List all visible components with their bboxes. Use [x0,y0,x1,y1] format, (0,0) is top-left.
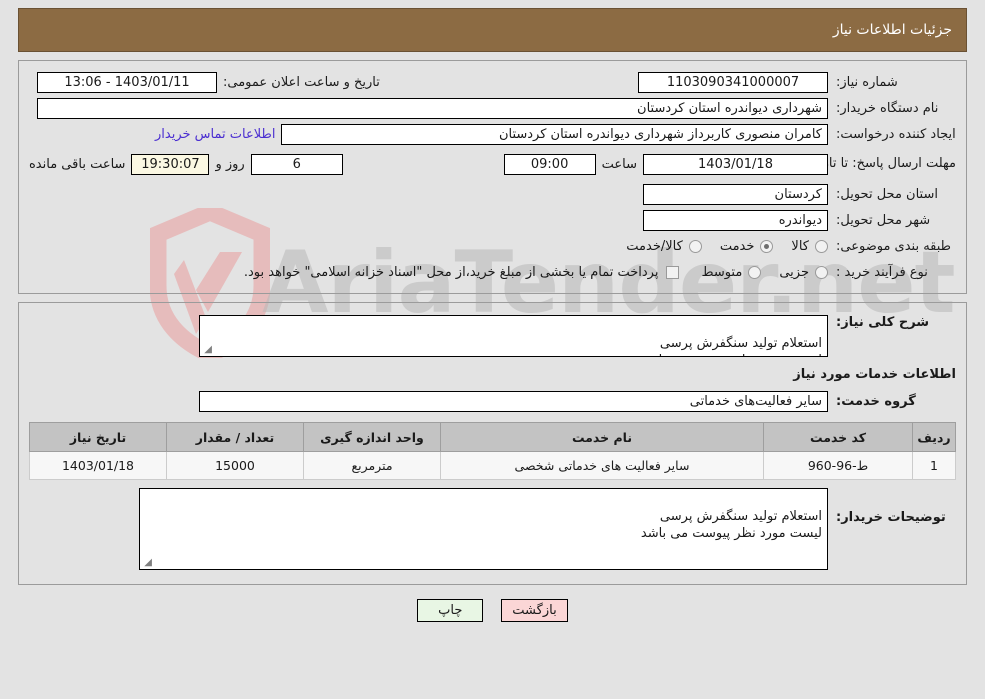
service-group-label: گروه خدمت: [836,393,916,409]
col-name: نام خدمت [440,422,764,452]
row-process: نوع فرآیند خرید : جزیی متوسط پرداخت تمام… [29,261,956,283]
category-option-kala[interactable]: کالا [791,239,828,254]
buyer-org-value: شهرداری دیواندره استان کردستان [37,97,828,119]
resize-grip-icon: ◢ [204,344,212,355]
announce-datetime-label: تاریخ و ساعت اعلان عمومی: [223,74,380,90]
need-number-label: شماره نیاز: [836,74,898,90]
cell-index: 1 [912,451,956,480]
col-unit: واحد اندازه گیری [303,422,441,452]
process-option-motevaset[interactable]: متوسط [701,264,762,280]
col-date: تاریخ نیاز [29,422,167,452]
countdown-timer-value: 19:30:07 [131,153,210,175]
countdown-unit-label: ساعت باقی مانده [29,156,126,172]
requester-label: ایجاد کننده درخواست: [836,126,956,142]
province-label: استان محل تحویل: [836,186,938,202]
row-category: طبقه بندی موضوعی: کالا خدمت کالا/خدمت [29,235,956,257]
requester-value: کامران منصوری کاربرداز شهرداری دیواندره … [281,123,828,145]
deadline-date-value: 1403/01/18 [643,153,828,175]
announce-datetime-value: 1403/01/11 - 13:06 [37,71,217,93]
need-details-panel: شرح کلی نیاز: استعلام تولید سنگفرش پرسی … [18,302,967,585]
remaining-days-value: 6 [250,153,343,175]
radio-icon-khadamat[interactable] [760,239,774,253]
process-option-motevaset-label: متوسط [701,264,743,280]
city-label: شهر محل تحویل: [836,212,931,228]
deadline-time-value: 09:00 [503,153,596,175]
table-header-row: ردیف کد خدمت نام خدمت واحد اندازه گیری ت… [29,422,956,452]
process-option-jozei[interactable]: جزیی [779,265,828,280]
row-buyer-org: نام دستگاه خریدار: شهرداری دیواندره استا… [29,97,956,119]
row-general-description: شرح کلی نیاز: استعلام تولید سنگفرش پرسی … [29,315,956,357]
general-desc-text: استعلام تولید سنگفرش پرسی لیست مورد نظر … [641,336,822,356]
footer-button-bar: بازگشت چاپ [0,599,985,622]
category-option-kala-khadamat[interactable]: کالا/خدمت [626,239,702,254]
province-value: کردستان [643,183,828,205]
buyer-contact-link[interactable]: اطلاعات تماس خریدار [149,127,281,142]
remaining-days-unit: روز و [215,156,245,172]
page-title-bar: جزئیات اطلاعات نیاز [18,8,967,52]
cell-date: 1403/01/18 [29,451,167,480]
services-section-heading: اطلاعات خدمات مورد نیاز [793,367,956,382]
city-value: دیواندره [643,209,828,231]
buyer-notes-text: استعلام تولید سنگفرش پرسی لیست مورد نظر … [640,509,822,541]
category-option-khadamat-label: خدمت [719,238,755,254]
row-service-group: گروه خدمت: سایر فعالیت‌های خدماتی [29,390,956,412]
process-option-jozei-label: جزیی [779,264,809,280]
col-index: ردیف [912,422,956,452]
hour-label: ساعت [601,156,637,172]
row-need-number: شماره نیاز: 1103090341000007 تاریخ و ساع… [29,71,956,93]
col-code: کد خدمت [763,422,913,452]
cell-name: سایر فعالیت های خدماتی شخصی [440,451,764,480]
radio-icon-kala-khadamat[interactable] [688,239,702,253]
category-option-khadamat[interactable]: خدمت [720,239,774,254]
category-label: طبقه بندی موضوعی: [836,238,952,254]
page-title: جزئیات اطلاعات نیاز [832,22,952,38]
need-info-panel: شماره نیاز: 1103090341000007 تاریخ و ساع… [18,60,967,294]
treasury-checkbox-group[interactable]: پرداخت تمام یا بخشی از مبلغ خرید،از محل … [244,265,680,280]
radio-icon-motevaset[interactable] [748,265,762,279]
checkbox-icon-treasury[interactable] [666,265,680,279]
resize-grip-icon-notes: ◢ [144,557,152,568]
buyer-notes-label: توضیحات خریدار: [836,510,946,525]
row-buyer-notes: توضیحات خریدار: استعلام تولید سنگفرش پرس… [29,488,956,570]
general-desc-value: استعلام تولید سنگفرش پرسی لیست مورد نظر … [199,315,828,357]
back-button[interactable]: بازگشت [501,599,568,622]
cell-unit: مترمربع [303,451,441,480]
service-group-value: سایر فعالیت‌های خدماتی [199,390,828,412]
print-button[interactable]: چاپ [417,599,484,622]
category-option-kala-label: کالا [791,238,809,254]
radio-icon-kala[interactable] [815,239,828,253]
row-province: استان محل تحویل: کردستان [29,183,956,205]
row-requester: ایجاد کننده درخواست: کامران منصوری کاربر… [29,123,956,145]
col-quantity: تعداد / مقدار [166,422,304,452]
cell-quantity: 15000 [166,451,304,480]
buyer-org-label: نام دستگاه خریدار: [836,100,939,116]
general-desc-label: شرح کلی نیاز: [836,315,930,330]
row-deadline: مهلت ارسال پاسخ: تا تاریخ: 1403/01/18 سا… [29,149,956,179]
cell-code: ط-96-960 [763,451,913,480]
row-city: شهر محل تحویل: دیواندره [29,209,956,231]
table-row: 1 ط-96-960 سایر فعالیت های خدماتی شخصی م… [29,451,956,480]
buyer-notes-value: استعلام تولید سنگفرش پرسی لیست مورد نظر … [139,488,828,570]
deadline-label: مهلت ارسال پاسخ: تا تاریخ: [806,156,956,171]
radio-icon-jozei[interactable] [815,265,828,279]
services-table: ردیف کد خدمت نام خدمت واحد اندازه گیری ت… [29,422,956,480]
process-label: نوع فرآیند خرید : [836,264,928,280]
need-number-value: 1103090341000007 [638,71,828,93]
treasury-checkbox-label: پرداخت تمام یا بخشی از مبلغ خرید،از محل … [243,264,659,280]
category-option-kala-khadamat-label: کالا/خدمت [626,238,683,254]
